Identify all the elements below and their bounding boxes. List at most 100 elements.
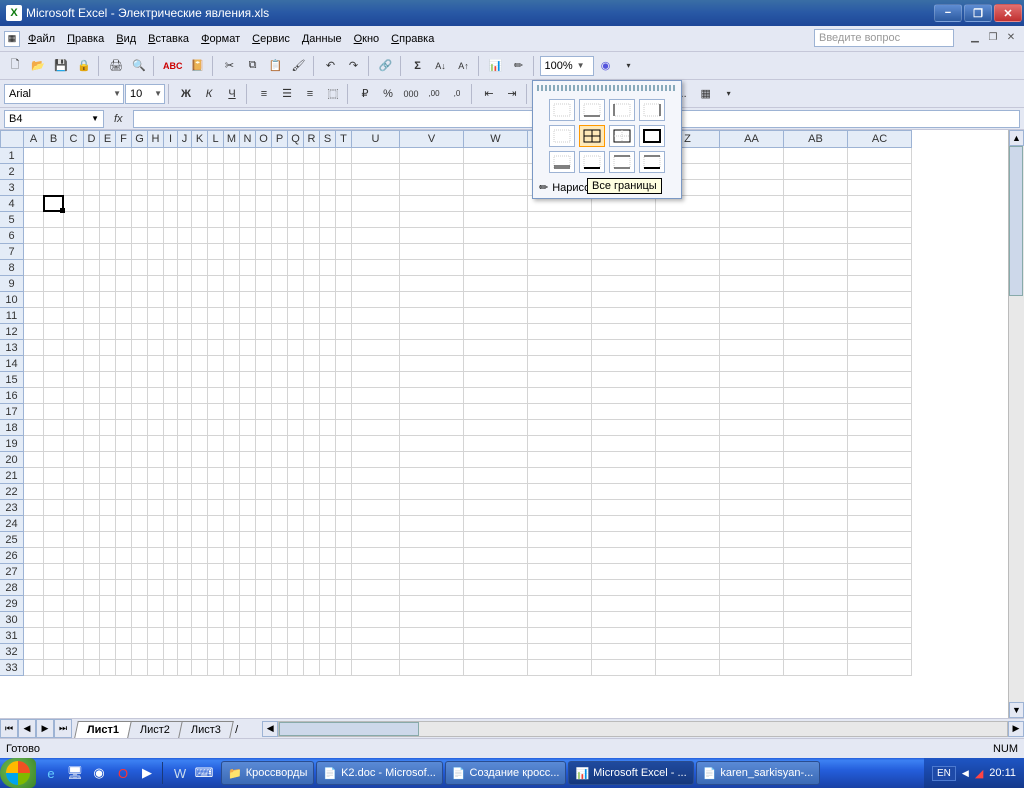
- research-button[interactable]: 📔: [187, 55, 209, 77]
- sheet-tab-Лист3[interactable]: Лист3: [178, 721, 234, 738]
- border-none[interactable]: [549, 99, 575, 121]
- taskbar-item[interactable]: 📁Кроссворды: [221, 761, 314, 785]
- col-header-B[interactable]: B: [44, 130, 64, 148]
- sort-asc-button[interactable]: A↓: [430, 55, 452, 77]
- border-thick-box[interactable]: [639, 125, 665, 147]
- border-bottom[interactable]: [579, 99, 605, 121]
- conditional-format-button[interactable]: ▦: [695, 83, 717, 105]
- border-top-thick-bottom[interactable]: [639, 151, 665, 173]
- row-header-4[interactable]: 4: [0, 196, 24, 212]
- cut-button[interactable]: ✂: [219, 55, 241, 77]
- col-header-A[interactable]: A: [24, 130, 44, 148]
- col-header-P[interactable]: P: [272, 130, 288, 148]
- row-header-14[interactable]: 14: [0, 356, 24, 372]
- col-header-F[interactable]: F: [116, 130, 132, 148]
- close-button[interactable]: ✕: [994, 4, 1022, 22]
- decrease-indent-button[interactable]: ⇤: [478, 83, 500, 105]
- row-header-12[interactable]: 12: [0, 324, 24, 340]
- col-header-I[interactable]: I: [164, 130, 178, 148]
- hyperlink-button[interactable]: 🔗: [375, 55, 397, 77]
- doc-close-button[interactable]: ✕: [1004, 30, 1018, 44]
- border-left[interactable]: [609, 99, 635, 121]
- col-header-AB[interactable]: AB: [784, 130, 848, 148]
- row-header-26[interactable]: 26: [0, 548, 24, 564]
- row-header-18[interactable]: 18: [0, 420, 24, 436]
- scroll-down-button[interactable]: ▼: [1009, 702, 1024, 718]
- clock[interactable]: 20:11: [989, 767, 1016, 779]
- tab-prev-button[interactable]: ◀: [18, 719, 36, 738]
- col-header-D[interactable]: D: [84, 130, 100, 148]
- menu-данные[interactable]: Данные: [296, 31, 348, 47]
- row-header-20[interactable]: 20: [0, 452, 24, 468]
- sheet-tab-Лист2[interactable]: Лист2: [127, 721, 183, 738]
- merge-center-button[interactable]: ⿴: [322, 83, 344, 105]
- col-header-Q[interactable]: Q: [288, 130, 304, 148]
- col-header-G[interactable]: G: [132, 130, 148, 148]
- border-no-border[interactable]: [549, 125, 575, 147]
- scroll-up-button[interactable]: ▲: [1009, 130, 1024, 146]
- col-header-O[interactable]: O: [256, 130, 272, 148]
- row-header-32[interactable]: 32: [0, 644, 24, 660]
- tray-antivirus-icon[interactable]: ◢: [975, 767, 983, 780]
- align-center-button[interactable]: ☰: [276, 83, 298, 105]
- sort-desc-button[interactable]: A↑: [453, 55, 475, 77]
- select-all-corner[interactable]: [0, 130, 24, 148]
- col-header-AA[interactable]: AA: [720, 130, 784, 148]
- italic-button[interactable]: К: [198, 83, 220, 105]
- quick-desktop-icon[interactable]: 🖥: [64, 762, 86, 784]
- help-button[interactable]: ◉: [595, 55, 617, 77]
- row-header-11[interactable]: 11: [0, 308, 24, 324]
- col-header-T[interactable]: T: [336, 130, 352, 148]
- drawing-button[interactable]: ✏: [508, 55, 530, 77]
- menu-формат[interactable]: Формат: [195, 31, 246, 47]
- increase-indent-button[interactable]: ⇥: [501, 83, 523, 105]
- permission-button[interactable]: 🔒: [73, 55, 95, 77]
- row-header-23[interactable]: 23: [0, 500, 24, 516]
- align-right-button[interactable]: ≡: [299, 83, 321, 105]
- font-combo[interactable]: Arial▼: [4, 84, 124, 104]
- excel-doc-icon[interactable]: ▦: [4, 31, 20, 47]
- col-header-U[interactable]: U: [352, 130, 400, 148]
- quick-word-icon[interactable]: W: [169, 762, 191, 784]
- col-header-C[interactable]: C: [64, 130, 84, 148]
- menu-окно[interactable]: Окно: [348, 31, 386, 47]
- sheet-tab-Лист1[interactable]: Лист1: [74, 721, 132, 738]
- col-header-R[interactable]: R: [304, 130, 320, 148]
- hscroll-thumb[interactable]: [279, 722, 419, 736]
- col-header-J[interactable]: J: [178, 130, 192, 148]
- border-outside[interactable]: [609, 125, 635, 147]
- col-header-K[interactable]: K: [192, 130, 208, 148]
- taskbar-item[interactable]: 📄Создание кросс...: [445, 761, 567, 785]
- quick-media-icon[interactable]: ▶: [136, 762, 158, 784]
- format-painter-button[interactable]: 🖌: [288, 55, 310, 77]
- row-header-30[interactable]: 30: [0, 612, 24, 628]
- open-button[interactable]: 📂: [27, 55, 49, 77]
- row-header-3[interactable]: 3: [0, 180, 24, 196]
- print-button[interactable]: 🖨: [105, 55, 127, 77]
- taskbar-item[interactable]: 📄K2.doc - Microsof...: [316, 761, 442, 785]
- row-header-29[interactable]: 29: [0, 596, 24, 612]
- percent-button[interactable]: %: [377, 83, 399, 105]
- tab-next-button[interactable]: ▶: [36, 719, 54, 738]
- help-search-box[interactable]: Введите вопрос: [814, 29, 954, 47]
- row-header-21[interactable]: 21: [0, 468, 24, 484]
- border-thick-bottom[interactable]: [579, 151, 605, 173]
- draw-borders-icon[interactable]: ✏: [539, 181, 548, 194]
- row-header-25[interactable]: 25: [0, 532, 24, 548]
- row-header-13[interactable]: 13: [0, 340, 24, 356]
- border-all[interactable]: [579, 125, 605, 147]
- vertical-scrollbar[interactable]: ▲ ▼: [1008, 130, 1024, 718]
- menu-вставка[interactable]: Вставка: [142, 31, 195, 47]
- redo-button[interactable]: ↷: [343, 55, 365, 77]
- row-header-19[interactable]: 19: [0, 436, 24, 452]
- quick-opera-icon[interactable]: O: [112, 762, 134, 784]
- chart-wizard-button[interactable]: 📊: [485, 55, 507, 77]
- spelling-button[interactable]: ABC: [160, 55, 186, 77]
- col-header-AC[interactable]: AC: [848, 130, 912, 148]
- col-header-H[interactable]: H: [148, 130, 164, 148]
- save-button[interactable]: 💾: [50, 55, 72, 77]
- print-preview-button[interactable]: 🔍: [128, 55, 150, 77]
- increase-decimal-button[interactable]: ,00: [423, 83, 445, 105]
- name-box[interactable]: B4▼: [4, 110, 104, 128]
- row-header-16[interactable]: 16: [0, 388, 24, 404]
